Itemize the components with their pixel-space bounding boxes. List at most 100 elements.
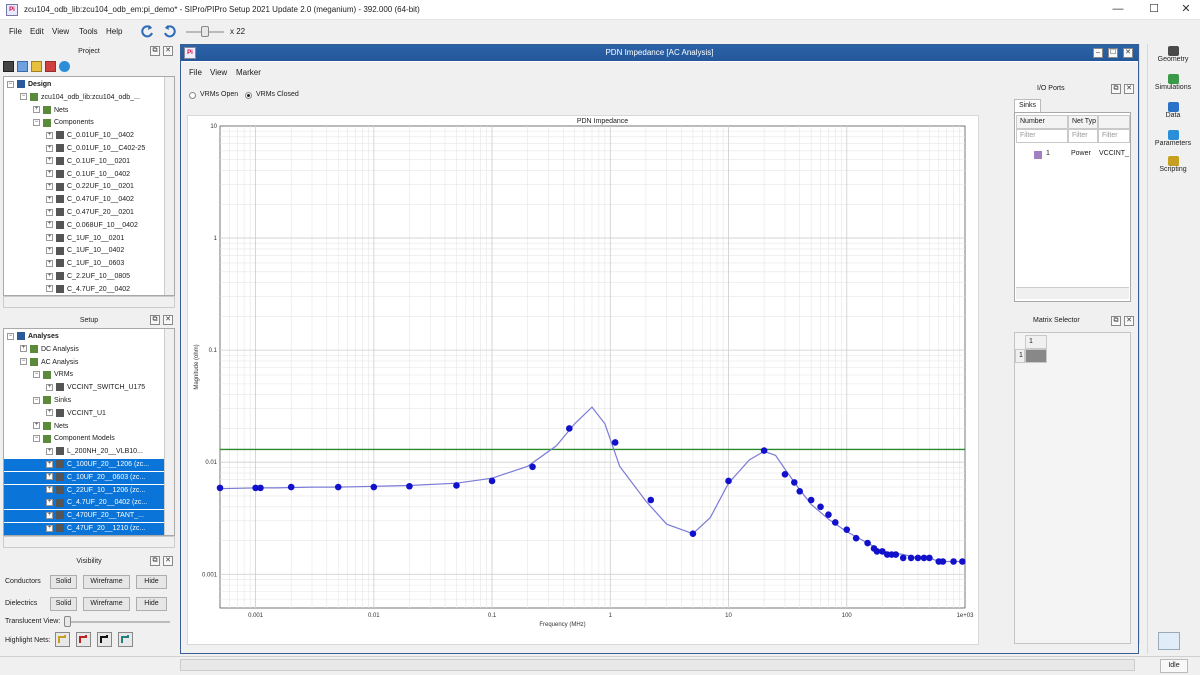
expand-toggle-icon[interactable]: + <box>46 234 53 242</box>
project-tree-item[interactable]: + C_0.47UF_10__0402 <box>46 194 134 206</box>
dielectrics-wireframe-button[interactable]: Wireframe <box>83 597 130 611</box>
minimize-button[interactable]: — <box>1100 0 1136 20</box>
expand-toggle-icon[interactable]: + <box>46 259 53 267</box>
expand-toggle-icon[interactable]: + <box>46 183 53 191</box>
expand-toggle-icon[interactable]: + <box>46 486 53 494</box>
setup-tree-item[interactable]: + DC Analysis <box>20 344 79 356</box>
matrix-cell[interactable] <box>1025 349 1047 363</box>
project-tree-item[interactable]: − Components <box>33 117 94 129</box>
column-header-net-type[interactable]: Net Typ <box>1068 115 1098 129</box>
project-tree-item[interactable]: − zcu104_odb_lib:zcu104_odb_... <box>20 92 140 104</box>
float-icon[interactable]: ⧉ <box>1111 84 1121 94</box>
expand-toggle-icon[interactable]: + <box>46 170 53 178</box>
highlight-teal-button[interactable] <box>118 632 133 647</box>
setup-tree-item[interactable]: + C_47UF_20__1210 (zc... <box>4 523 164 535</box>
expand-toggle-icon[interactable]: − <box>33 435 40 443</box>
zoom-slider-handle[interactable] <box>201 26 209 37</box>
conductors-hide-button[interactable]: Hide <box>136 575 167 589</box>
radio-vrms-open[interactable] <box>189 92 196 99</box>
tree-vscrollbar[interactable] <box>164 329 174 535</box>
expand-toggle-icon[interactable]: − <box>7 80 14 88</box>
expand-toggle-icon[interactable]: + <box>46 247 53 255</box>
expand-toggle-icon[interactable]: + <box>46 272 53 280</box>
pdn-maximize-button[interactable]: ☐ <box>1108 48 1118 58</box>
close-icon[interactable]: ✕ <box>163 315 173 325</box>
setup-tree-item[interactable]: + VCCINT_U1 <box>46 408 106 420</box>
expand-toggle-icon[interactable]: + <box>46 511 53 519</box>
dielectrics-solid-button[interactable]: Solid <box>50 597 77 611</box>
close-icon[interactable]: ✕ <box>163 556 173 566</box>
table-row-net[interactable]: VCCINT_ <box>1099 150 1129 157</box>
pdn-menu-file[interactable]: File <box>189 68 202 77</box>
filter-number[interactable]: Filter <box>1016 129 1068 143</box>
setup-tree-item[interactable]: + L_200NH_20__VLB10... <box>46 446 143 458</box>
layout-icon[interactable] <box>1158 632 1180 650</box>
main-vscrollbar[interactable] <box>1139 44 1147 644</box>
setup-tree-item[interactable]: − AC Analysis <box>20 357 78 369</box>
redo-icon[interactable] <box>162 24 176 38</box>
highlight-yellow-button[interactable] <box>55 632 70 647</box>
expand-toggle-icon[interactable]: + <box>46 499 53 507</box>
expand-toggle-icon[interactable]: + <box>33 106 40 114</box>
highlight-black-button[interactable] <box>97 632 112 647</box>
setup-tree-item[interactable]: + C_4.7UF_20__0402 (zc... <box>4 497 164 510</box>
project-tree-item[interactable]: + C_1UF_10__0402 <box>46 245 124 257</box>
expand-toggle-icon[interactable]: − <box>33 119 40 127</box>
layer-icon[interactable] <box>17 61 28 72</box>
matrix-row-header[interactable]: 1 <box>1015 349 1025 363</box>
bottom-hscrollbar[interactable] <box>180 659 1135 671</box>
project-tree-item[interactable]: + C_4.7UF_20__0402 <box>46 284 130 295</box>
project-tree-item[interactable]: + C_0.47UF_20__0201 <box>46 207 134 219</box>
float-icon[interactable]: ⧉ <box>150 556 160 566</box>
expand-toggle-icon[interactable]: + <box>46 208 53 216</box>
expand-toggle-icon[interactable]: + <box>46 473 53 481</box>
expand-toggle-icon[interactable]: − <box>7 332 14 340</box>
menu-file[interactable]: File <box>9 27 22 36</box>
expand-toggle-icon[interactable]: + <box>46 131 53 139</box>
pdn-menu-view[interactable]: View <box>210 68 227 77</box>
expand-toggle-icon[interactable]: + <box>20 345 27 353</box>
project-tree-item[interactable]: − Design <box>7 79 51 91</box>
project-tree-item[interactable]: + C_0.01UF_10__C402-25 <box>46 143 145 155</box>
tab-data[interactable]: Data <box>1148 100 1198 126</box>
pdn-impedance-chart[interactable]: PDN Impedance 0.001 0.01 0.1 1 10 100 1e+03 0.00… <box>188 116 978 644</box>
project-hscrollbar[interactable] <box>3 296 175 308</box>
tab-parameters[interactable]: Parameters <box>1148 128 1198 154</box>
radio-vrms-closed[interactable] <box>245 92 252 99</box>
maximize-button[interactable]: ☐ <box>1136 0 1172 20</box>
translucent-slider-handle[interactable] <box>64 616 71 627</box>
highlight-red-button[interactable] <box>76 632 91 647</box>
setup-tree-item[interactable]: + VCCINT_SWITCH_U175 <box>46 382 145 394</box>
tab-scripting[interactable]: Scripting <box>1148 154 1198 180</box>
translucent-slider[interactable] <box>66 621 170 623</box>
setup-tree-item[interactable]: + Nets <box>33 421 68 433</box>
expand-toggle-icon[interactable]: − <box>33 371 40 379</box>
table-row-type[interactable]: Power <box>1071 150 1091 157</box>
tab-simulations[interactable]: Simulations <box>1148 72 1198 98</box>
setup-tree-item[interactable]: + C_100UF_20__1206 (zc... <box>4 459 164 471</box>
float-icon[interactable]: ⧉ <box>150 315 160 325</box>
expand-toggle-icon[interactable]: − <box>20 93 27 101</box>
net-icon[interactable] <box>45 61 56 72</box>
io-hscrollbar[interactable] <box>1016 287 1129 299</box>
tree-vscrollbar[interactable] <box>164 77 174 295</box>
expand-toggle-icon[interactable]: + <box>46 460 53 468</box>
table-row-number[interactable]: 1 <box>1046 150 1050 157</box>
project-tree-item[interactable]: + C_0.01UF_10__0402 <box>46 130 134 142</box>
expand-toggle-icon[interactable]: + <box>33 422 40 430</box>
expand-toggle-icon[interactable]: + <box>46 447 53 455</box>
expand-toggle-icon[interactable]: + <box>46 195 53 203</box>
project-tree-item[interactable]: + C_0.22UF_10__0201 <box>46 181 134 193</box>
design-view-icon[interactable] <box>3 61 14 72</box>
project-tree-item[interactable]: + C_0.1UF_10__0201 <box>46 156 130 168</box>
component-icon[interactable] <box>31 61 42 72</box>
menu-view[interactable]: View <box>52 27 69 36</box>
expand-toggle-icon[interactable]: + <box>46 144 53 152</box>
close-icon[interactable]: ✕ <box>1124 316 1134 326</box>
column-header-number[interactable]: Number <box>1016 115 1068 129</box>
close-button[interactable]: ✕ <box>1168 0 1200 20</box>
filter-net[interactable]: Filter <box>1098 129 1130 143</box>
expand-toggle-icon[interactable]: − <box>33 396 40 404</box>
float-icon[interactable]: ⧉ <box>1111 316 1121 326</box>
project-tree-item[interactable]: + C_2.2UF_10__0805 <box>46 271 130 283</box>
